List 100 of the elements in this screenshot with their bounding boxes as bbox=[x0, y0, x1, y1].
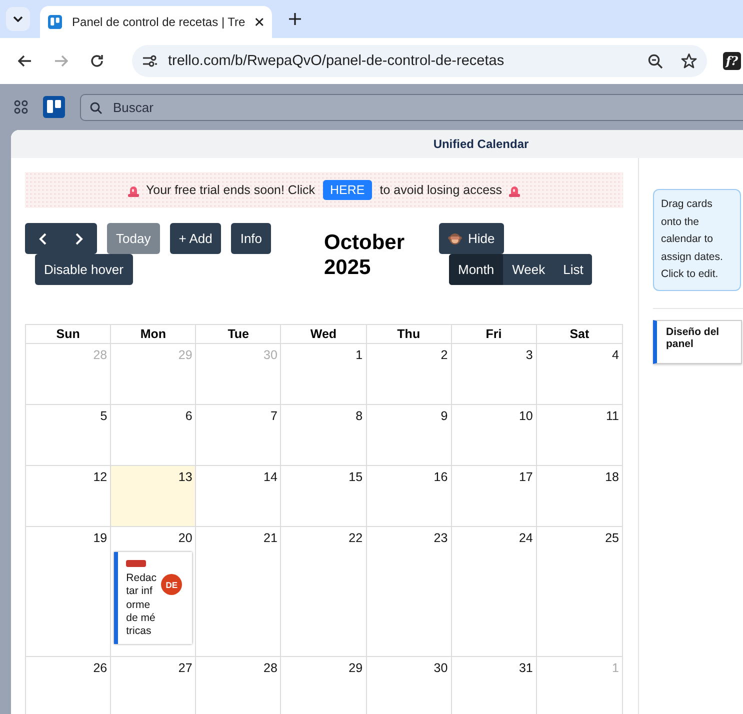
zoom-icon[interactable] bbox=[648, 54, 663, 68]
day-cell[interactable]: 22 bbox=[281, 527, 367, 658]
site-settings-icon[interactable] bbox=[142, 54, 158, 68]
hint-text: Drag cards onto the calendar to assign dates. Click to edit. bbox=[653, 189, 741, 290]
day-cell[interactable]: 23 bbox=[366, 527, 452, 658]
siren-icon bbox=[508, 184, 522, 196]
day-cell[interactable]: 19 bbox=[26, 527, 112, 658]
day-number: 2 bbox=[440, 348, 448, 363]
url-text: trello.com/b/RwepaQvO/panel-de-control-de-recetas bbox=[168, 53, 506, 69]
chevron-down-icon bbox=[13, 16, 23, 22]
day-cell[interactable]: 25 bbox=[536, 527, 622, 658]
day-cell[interactable]: 3 bbox=[452, 344, 537, 405]
day-number: 21 bbox=[262, 531, 278, 546]
day-cell[interactable]: 16 bbox=[366, 466, 452, 527]
plus-icon bbox=[289, 13, 301, 25]
day-number: 28 bbox=[262, 661, 278, 676]
search-field[interactable]: Buscar bbox=[80, 94, 743, 120]
day-cell[interactable]: 4 bbox=[536, 344, 622, 405]
day-number: 1 bbox=[354, 348, 363, 363]
day-cell[interactable]: 11 bbox=[536, 405, 622, 466]
star-icon[interactable] bbox=[681, 53, 697, 69]
day-number: 22 bbox=[348, 531, 363, 546]
day-cell[interactable]: 5 bbox=[26, 405, 112, 466]
day-cell[interactable]: 9 bbox=[366, 405, 452, 466]
day-number: 12 bbox=[92, 470, 108, 485]
day-number: 27 bbox=[177, 661, 192, 676]
day-number: 26 bbox=[92, 661, 108, 676]
day-cell[interactable]: 31 bbox=[452, 657, 537, 714]
chevron-right-icon bbox=[75, 232, 83, 244]
forward-arrow-icon bbox=[54, 55, 68, 67]
day-cell[interactable]: 13 bbox=[111, 466, 196, 527]
address-bar[interactable]: trello.com/b/RwepaQvO/panel-de-control-de-recetas bbox=[132, 45, 707, 77]
day-cell[interactable]: 21 bbox=[196, 527, 282, 658]
day-cell[interactable]: 27 bbox=[111, 657, 196, 714]
day-number: 3 bbox=[524, 348, 533, 363]
day-cell[interactable]: 7 bbox=[196, 405, 282, 466]
day-cell[interactable]: 29 bbox=[281, 657, 367, 714]
day-number: 6 bbox=[184, 409, 192, 424]
day-number: 16 bbox=[432, 470, 448, 485]
day-cell[interactable]: 1 bbox=[281, 344, 367, 405]
day-number: 24 bbox=[518, 531, 533, 546]
day-number: 17 bbox=[518, 470, 533, 485]
day-cell[interactable]: 17 bbox=[452, 466, 537, 527]
weekday-header: Fri bbox=[452, 325, 537, 344]
weekday-header: Tue bbox=[196, 325, 282, 344]
day-number: 30 bbox=[432, 661, 448, 676]
day-number: 31 bbox=[518, 661, 533, 676]
day-number: 11 bbox=[605, 409, 619, 424]
weekday-header: Sun bbox=[26, 325, 112, 344]
modal-title: Unified Calendar bbox=[11, 130, 743, 158]
day-number: 13 bbox=[177, 470, 192, 485]
event-title: Redactar informe de métricas bbox=[126, 572, 158, 638]
card-title: Diseño del panel bbox=[666, 326, 720, 350]
reload-icon bbox=[90, 54, 104, 68]
weekday-header: Thu bbox=[366, 325, 452, 344]
apps-grid-icon[interactable] bbox=[14, 100, 28, 114]
hide-button[interactable]: Hide bbox=[439, 223, 504, 254]
day-number: 29 bbox=[348, 661, 363, 676]
day-cell[interactable]: 28 bbox=[196, 657, 282, 714]
close-icon[interactable] bbox=[255, 17, 264, 27]
board-logo-icon[interactable] bbox=[43, 96, 65, 118]
banner-text: to avoid losing access bbox=[380, 183, 502, 197]
day-cell[interactable]: 26 bbox=[26, 657, 112, 714]
day-number: 28 bbox=[92, 348, 108, 363]
day-number: 4 bbox=[611, 348, 619, 363]
day-number: 19 bbox=[92, 531, 108, 546]
extension-icon[interactable]: f? bbox=[723, 52, 741, 70]
back-arrow-icon bbox=[18, 55, 32, 67]
day-number: 18 bbox=[604, 470, 619, 485]
day-number: 25 bbox=[604, 531, 619, 546]
here-link[interactable]: HERE bbox=[323, 180, 372, 200]
tab-list-button[interactable] bbox=[6, 7, 30, 31]
view-tab[interactable]: Month bbox=[449, 254, 504, 285]
browser-tab[interactable]: Panel de control de recetas | Tre bbox=[40, 6, 272, 38]
day-number: 8 bbox=[354, 409, 363, 424]
info-button[interactable]: Info bbox=[231, 223, 272, 254]
weekday-header: Sat bbox=[536, 325, 622, 344]
day-number: 29 bbox=[177, 348, 192, 363]
disable-hover-button[interactable]: Disable hover bbox=[35, 254, 132, 285]
day-cell[interactable]: 18 bbox=[536, 466, 622, 527]
weekday-header: Wed bbox=[281, 325, 367, 344]
day-number: 10 bbox=[518, 409, 533, 424]
add-button[interactable]: + Add bbox=[170, 223, 222, 254]
month-title: October 2025 bbox=[324, 230, 406, 281]
day-cell[interactable]: 10 bbox=[452, 405, 537, 466]
day-number: 20 bbox=[177, 531, 192, 546]
sidebar-card[interactable]: Diseño del panel bbox=[653, 320, 742, 364]
banner-text: Your free trial ends soon! Click bbox=[146, 183, 316, 197]
day-number: 1 bbox=[611, 661, 619, 676]
day-number: 23 bbox=[432, 531, 448, 546]
day-cell[interactable]: 15 bbox=[281, 466, 367, 527]
day-number: 7 bbox=[269, 409, 278, 424]
siren-icon bbox=[126, 184, 140, 196]
tab-title: Panel de control de recetas | Tre bbox=[72, 15, 246, 29]
day-cell[interactable]: 2 bbox=[366, 344, 452, 405]
member-avatar: DE bbox=[161, 574, 182, 595]
day-cell[interactable]: 14 bbox=[196, 466, 282, 527]
day-cell[interactable]: 8 bbox=[281, 405, 367, 466]
day-cell[interactable]: 30 bbox=[366, 657, 452, 714]
day-cell[interactable]: 24 bbox=[452, 527, 537, 658]
